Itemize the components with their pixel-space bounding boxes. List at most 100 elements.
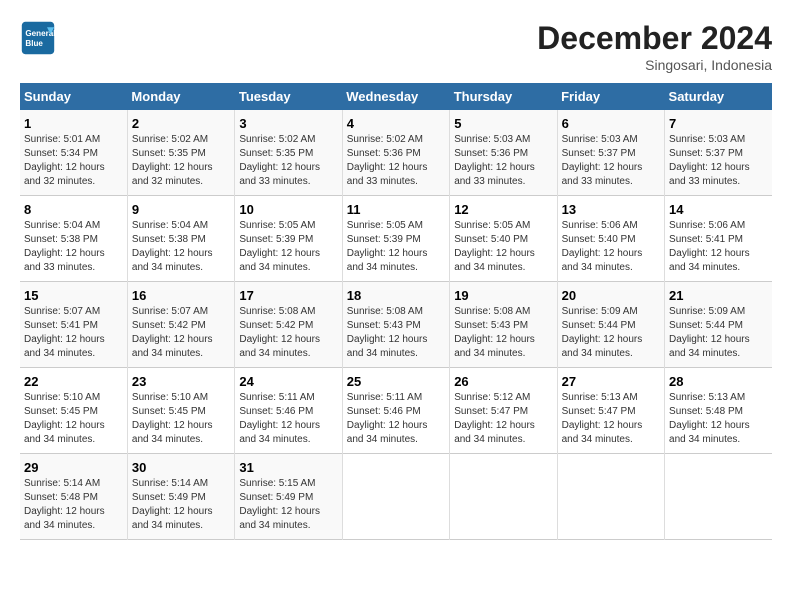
- day-info: Sunrise: 5:02 AMSunset: 5:35 PMDaylight:…: [132, 134, 213, 187]
- day-number: 8: [24, 202, 123, 217]
- week-row-5: 29 Sunrise: 5:14 AMSunset: 5:48 PMDayligh…: [20, 454, 772, 540]
- day-info: Sunrise: 5:12 AMSunset: 5:47 PMDaylight:…: [454, 392, 535, 445]
- col-header-thursday: Thursday: [450, 83, 557, 110]
- day-number: 7: [669, 116, 768, 131]
- day-cell: 3 Sunrise: 5:02 AMSunset: 5:35 PMDaylight…: [235, 110, 342, 196]
- day-cell: 20 Sunrise: 5:09 AMSunset: 5:44 PMDayligh…: [557, 282, 664, 368]
- day-info: Sunrise: 5:05 AMSunset: 5:40 PMDaylight:…: [454, 220, 535, 273]
- day-info: Sunrise: 5:06 AMSunset: 5:41 PMDaylight:…: [669, 220, 750, 273]
- day-cell: 4Sunrise: 5:02 AMSunset: 5:36 PMDaylight…: [342, 110, 449, 196]
- logo: General Blue: [20, 20, 56, 56]
- week-row-2: 8 Sunrise: 5:04 AMSunset: 5:38 PMDaylight…: [20, 196, 772, 282]
- week-row-1: 1Sunrise: 5:01 AMSunset: 5:34 PMDaylight…: [20, 110, 772, 196]
- week-row-4: 22 Sunrise: 5:10 AMSunset: 5:45 PMDayligh…: [20, 368, 772, 454]
- day-info: Sunrise: 5:15 AMSunset: 5:49 PMDaylight:…: [239, 478, 320, 531]
- day-info: Sunrise: 5:07 AMSunset: 5:41 PMDaylight:…: [24, 306, 105, 359]
- day-info: Sunrise: 5:11 AMSunset: 5:46 PMDaylight:…: [347, 392, 428, 445]
- day-info: Sunrise: 5:05 AMSunset: 5:39 PMDaylight:…: [347, 220, 428, 273]
- day-cell: 7 Sunrise: 5:03 AMSunset: 5:37 PMDaylight…: [665, 110, 772, 196]
- day-info: Sunrise: 5:09 AMSunset: 5:44 PMDaylight:…: [562, 306, 643, 359]
- location: Singosari, Indonesia: [537, 57, 772, 73]
- day-cell: 17 Sunrise: 5:08 AMSunset: 5:42 PMDayligh…: [235, 282, 342, 368]
- day-info: Sunrise: 5:14 AMSunset: 5:48 PMDaylight:…: [24, 478, 105, 531]
- day-number: 28: [669, 374, 768, 389]
- day-cell: 26 Sunrise: 5:12 AMSunset: 5:47 PMDayligh…: [450, 368, 557, 454]
- day-cell: 23 Sunrise: 5:10 AMSunset: 5:45 PMDayligh…: [127, 368, 234, 454]
- day-number: 25: [347, 374, 445, 389]
- day-cell: 12 Sunrise: 5:05 AMSunset: 5:40 PMDayligh…: [450, 196, 557, 282]
- day-cell: 16Sunrise: 5:07 AMSunset: 5:42 PMDayligh…: [127, 282, 234, 368]
- svg-text:Blue: Blue: [25, 39, 43, 48]
- day-number: 22: [24, 374, 123, 389]
- day-number: 29: [24, 460, 123, 475]
- day-number: 2: [132, 116, 230, 131]
- day-number: 23: [132, 374, 230, 389]
- day-number: 19: [454, 288, 552, 303]
- month-title: December 2024: [537, 20, 772, 57]
- day-cell: [342, 454, 449, 540]
- day-info: Sunrise: 5:13 AMSunset: 5:48 PMDaylight:…: [669, 392, 750, 445]
- col-header-friday: Friday: [557, 83, 664, 110]
- day-cell: 21 Sunrise: 5:09 AMSunset: 5:44 PMDayligh…: [665, 282, 772, 368]
- day-cell: 1Sunrise: 5:01 AMSunset: 5:34 PMDaylight…: [20, 110, 127, 196]
- day-cell: [450, 454, 557, 540]
- day-number: 15: [24, 288, 123, 303]
- day-info: Sunrise: 5:11 AMSunset: 5:46 PMDaylight:…: [239, 392, 320, 445]
- day-info: Sunrise: 5:01 AMSunset: 5:34 PMDaylight:…: [24, 134, 105, 187]
- day-cell: 15 Sunrise: 5:07 AMSunset: 5:41 PMDayligh…: [20, 282, 127, 368]
- col-header-saturday: Saturday: [665, 83, 772, 110]
- day-number: 31: [239, 460, 337, 475]
- day-info: Sunrise: 5:03 AMSunset: 5:37 PMDaylight:…: [562, 134, 643, 187]
- day-cell: 27 Sunrise: 5:13 AMSunset: 5:47 PMDayligh…: [557, 368, 664, 454]
- day-number: 24: [239, 374, 337, 389]
- day-number: 12: [454, 202, 552, 217]
- day-number: 11: [347, 202, 445, 217]
- day-cell: 28 Sunrise: 5:13 AMSunset: 5:48 PMDayligh…: [665, 368, 772, 454]
- day-info: Sunrise: 5:08 AMSunset: 5:43 PMDaylight:…: [347, 306, 428, 359]
- day-cell: 30Sunrise: 5:14 AMSunset: 5:49 PMDayligh…: [127, 454, 234, 540]
- day-info: Sunrise: 5:14 AMSunset: 5:49 PMDaylight:…: [132, 478, 213, 531]
- day-number: 13: [562, 202, 660, 217]
- day-number: 5: [454, 116, 552, 131]
- day-number: 3: [239, 116, 337, 131]
- day-cell: 6Sunrise: 5:03 AMSunset: 5:37 PMDaylight…: [557, 110, 664, 196]
- day-cell: 22 Sunrise: 5:10 AMSunset: 5:45 PMDayligh…: [20, 368, 127, 454]
- day-number: 21: [669, 288, 768, 303]
- day-number: 4: [347, 116, 445, 131]
- col-header-wednesday: Wednesday: [342, 83, 449, 110]
- day-number: 20: [562, 288, 660, 303]
- day-info: Sunrise: 5:13 AMSunset: 5:47 PMDaylight:…: [562, 392, 643, 445]
- day-number: 18: [347, 288, 445, 303]
- day-info: Sunrise: 5:06 AMSunset: 5:40 PMDaylight:…: [562, 220, 643, 273]
- col-header-sunday: Sunday: [20, 83, 127, 110]
- day-info: Sunrise: 5:04 AMSunset: 5:38 PMDaylight:…: [132, 220, 213, 273]
- day-info: Sunrise: 5:03 AMSunset: 5:36 PMDaylight:…: [454, 134, 535, 187]
- header-row: SundayMondayTuesdayWednesdayThursdayFrid…: [20, 83, 772, 110]
- day-number: 10: [239, 202, 337, 217]
- col-header-tuesday: Tuesday: [235, 83, 342, 110]
- day-cell: 29 Sunrise: 5:14 AMSunset: 5:48 PMDayligh…: [20, 454, 127, 540]
- day-info: Sunrise: 5:10 AMSunset: 5:45 PMDaylight:…: [24, 392, 105, 445]
- day-info: Sunrise: 5:03 AMSunset: 5:37 PMDaylight:…: [669, 134, 750, 187]
- day-cell: 11 Sunrise: 5:05 AMSunset: 5:39 PMDayligh…: [342, 196, 449, 282]
- day-info: Sunrise: 5:02 AMSunset: 5:35 PMDaylight:…: [239, 134, 320, 187]
- week-row-3: 15 Sunrise: 5:07 AMSunset: 5:41 PMDayligh…: [20, 282, 772, 368]
- day-number: 17: [239, 288, 337, 303]
- day-cell: 5 Sunrise: 5:03 AMSunset: 5:36 PMDaylight…: [450, 110, 557, 196]
- day-info: Sunrise: 5:10 AMSunset: 5:45 PMDaylight:…: [132, 392, 213, 445]
- day-info: Sunrise: 5:09 AMSunset: 5:44 PMDaylight:…: [669, 306, 750, 359]
- day-number: 26: [454, 374, 552, 389]
- day-cell: [557, 454, 664, 540]
- day-number: 16: [132, 288, 230, 303]
- day-cell: 8Sunrise: 5:04 AMSunset: 5:38 PMDaylight…: [20, 196, 127, 282]
- day-number: 14: [669, 202, 768, 217]
- logo-icon: General Blue: [20, 20, 56, 56]
- day-info: Sunrise: 5:08 AMSunset: 5:42 PMDaylight:…: [239, 306, 320, 359]
- col-header-monday: Monday: [127, 83, 234, 110]
- day-cell: 14 Sunrise: 5:06 AMSunset: 5:41 PMDayligh…: [665, 196, 772, 282]
- day-cell: 2 Sunrise: 5:02 AMSunset: 5:35 PMDaylight…: [127, 110, 234, 196]
- day-number: 27: [562, 374, 660, 389]
- day-info: Sunrise: 5:08 AMSunset: 5:43 PMDaylight:…: [454, 306, 535, 359]
- day-cell: 24 Sunrise: 5:11 AMSunset: 5:46 PMDayligh…: [235, 368, 342, 454]
- day-number: 9: [132, 202, 230, 217]
